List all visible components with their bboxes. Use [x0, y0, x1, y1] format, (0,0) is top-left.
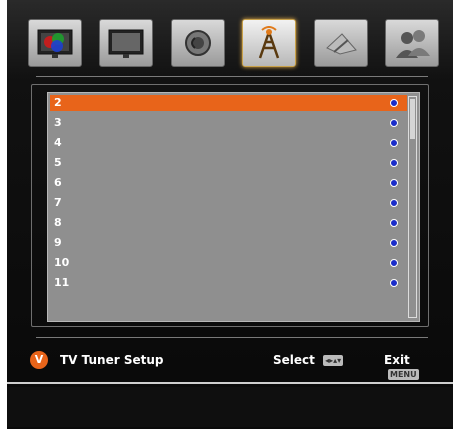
exit-label: Exit [384, 353, 410, 367]
divider-top [36, 76, 428, 77]
footer-bar: V TV Tuner Setup Select ◂▸▴▾ Exit MENU [30, 350, 440, 380]
channel-number: 2 [54, 96, 62, 109]
users-icon [396, 30, 430, 58]
channel-number: 9 [54, 236, 62, 249]
bottom-bar [7, 387, 453, 427]
scrollbar-thumb[interactable] [410, 99, 415, 139]
radio-icon[interactable] [390, 139, 398, 147]
monitor-icon [108, 29, 144, 58]
tab-satellite[interactable] [314, 19, 368, 67]
vizio-logo-icon: V [30, 351, 48, 369]
channel-number: 4 [54, 136, 62, 149]
channel-number: 11 [54, 276, 70, 289]
tab-tuner[interactable] [242, 19, 296, 67]
radio-icon[interactable] [390, 259, 398, 267]
channel-row[interactable]: 11 [50, 275, 407, 291]
menu-key-icon: MENU [388, 369, 419, 380]
speaker-icon [185, 30, 211, 56]
tab-users[interactable] [385, 19, 439, 67]
channel-number: 7 [54, 196, 62, 209]
radio-icon[interactable] [390, 159, 398, 167]
channel-row[interactable]: 7 [50, 195, 407, 211]
menu-title: TV Tuner Setup [60, 353, 164, 367]
channel-number: 8 [54, 216, 62, 229]
tv-picture-icon [37, 29, 73, 58]
channel-number: 10 [54, 256, 70, 269]
antenna-icon [258, 26, 280, 59]
satellite-dish-icon [326, 33, 357, 55]
tab-display[interactable] [99, 19, 153, 67]
bottom-divider [7, 382, 453, 384]
channel-row[interactable]: 4 [50, 135, 407, 151]
channel-row[interactable]: 8 [50, 215, 407, 231]
channel-row[interactable]: 2 [50, 95, 407, 111]
radio-icon[interactable] [390, 199, 398, 207]
radio-icon[interactable] [390, 119, 398, 127]
select-hint: Select ◂▸▴▾ [273, 353, 344, 367]
channel-row[interactable]: 3 [50, 115, 407, 131]
tab-picture[interactable] [28, 19, 82, 67]
tab-audio[interactable] [171, 19, 225, 67]
arrow-keys-icon: ◂▸▴▾ [323, 355, 344, 366]
channel-row[interactable]: 6 [50, 175, 407, 191]
channel-number: 3 [54, 116, 62, 129]
radio-icon[interactable] [390, 239, 398, 247]
radio-icon[interactable] [390, 179, 398, 187]
channel-number: 5 [54, 156, 62, 169]
exit-hint[interactable]: Exit MENU [384, 353, 440, 381]
radio-icon[interactable] [390, 99, 398, 107]
radio-icon[interactable] [390, 219, 398, 227]
select-label: Select [273, 353, 315, 367]
divider-bottom [36, 337, 428, 338]
channel-number: 6 [54, 176, 62, 189]
menu-tabs [28, 19, 448, 69]
channel-row[interactable]: 5 [50, 155, 407, 171]
channel-list: 2 3 4 5 6 7 8 9 10 11 [47, 92, 420, 322]
channel-row[interactable]: 9 [50, 235, 407, 251]
radio-icon[interactable] [390, 279, 398, 287]
scrollbar[interactable] [408, 96, 417, 318]
channel-row[interactable]: 10 [50, 255, 407, 271]
